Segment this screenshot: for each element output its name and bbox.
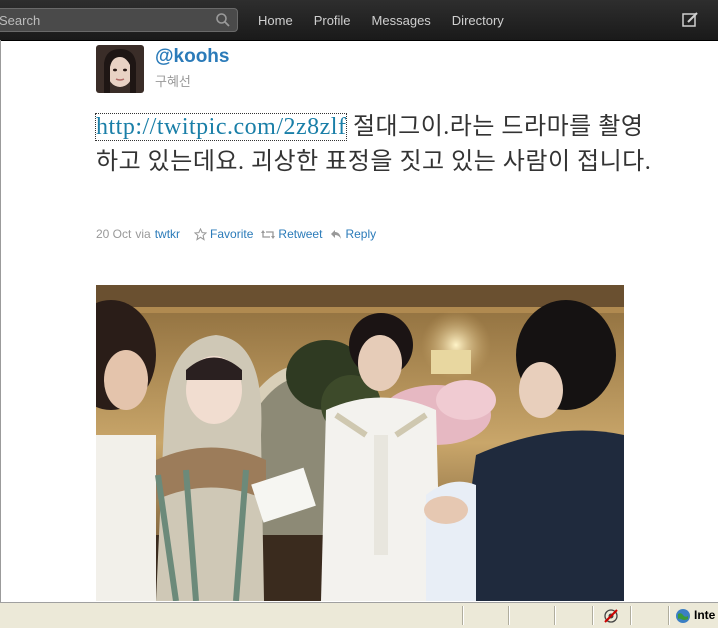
avatar[interactable] — [96, 45, 144, 93]
nav-messages-link[interactable]: Messages — [372, 13, 431, 28]
profile-realname: 구혜선 — [155, 74, 191, 89]
retweet-button[interactable]: Retweet — [261, 227, 322, 241]
status-divider — [630, 606, 632, 625]
compose-icon[interactable] — [681, 11, 699, 29]
status-divider — [508, 606, 510, 625]
reply-label[interactable]: Reply — [345, 227, 376, 241]
nav-home-link[interactable]: Home — [258, 13, 293, 28]
profile-username[interactable]: @koohs — [155, 46, 229, 68]
globe-icon — [676, 609, 690, 623]
tweet-photo[interactable] — [96, 285, 624, 601]
via-source-link[interactable]: twtkr — [155, 227, 180, 241]
tweet-text: http://twitpic.com/2z8zlf 절대그이.라는 드라마를 촬… — [94, 110, 656, 180]
search-box[interactable] — [0, 8, 238, 32]
search-input[interactable] — [0, 9, 199, 31]
privacy-icon[interactable] — [603, 608, 619, 624]
status-divider — [592, 606, 594, 625]
favorite-label[interactable]: Favorite — [210, 227, 253, 241]
nav-profile-link[interactable]: Profile — [314, 13, 351, 28]
nav-directory-link[interactable]: Directory — [452, 13, 504, 28]
retweet-icon — [261, 229, 276, 239]
retweet-label[interactable]: Retweet — [278, 227, 322, 241]
favorite-button[interactable]: Favorite — [194, 227, 253, 241]
security-zone-label: Inte — [694, 608, 716, 622]
top-navigation-bar: Home Profile Messages Directory — [0, 0, 718, 41]
browser-status-bar: Inte — [0, 602, 718, 628]
reply-button[interactable]: Reply — [330, 227, 376, 241]
status-divider — [554, 606, 556, 625]
tweet-meta: 20 Oct via twtkr Favorite Retweet Reply — [96, 227, 376, 241]
reply-icon — [331, 229, 342, 239]
star-icon — [194, 227, 208, 241]
via-label: via — [135, 227, 151, 241]
status-divider — [462, 606, 464, 625]
status-divider — [668, 606, 670, 625]
search-icon[interactable] — [215, 12, 231, 28]
twitpic-link[interactable]: http://twitpic.com/2z8zlf — [94, 113, 348, 141]
main-nav: Home Profile Messages Directory — [258, 0, 525, 40]
tweet-date[interactable]: 20 Oct — [96, 227, 131, 241]
left-border — [0, 40, 1, 602]
